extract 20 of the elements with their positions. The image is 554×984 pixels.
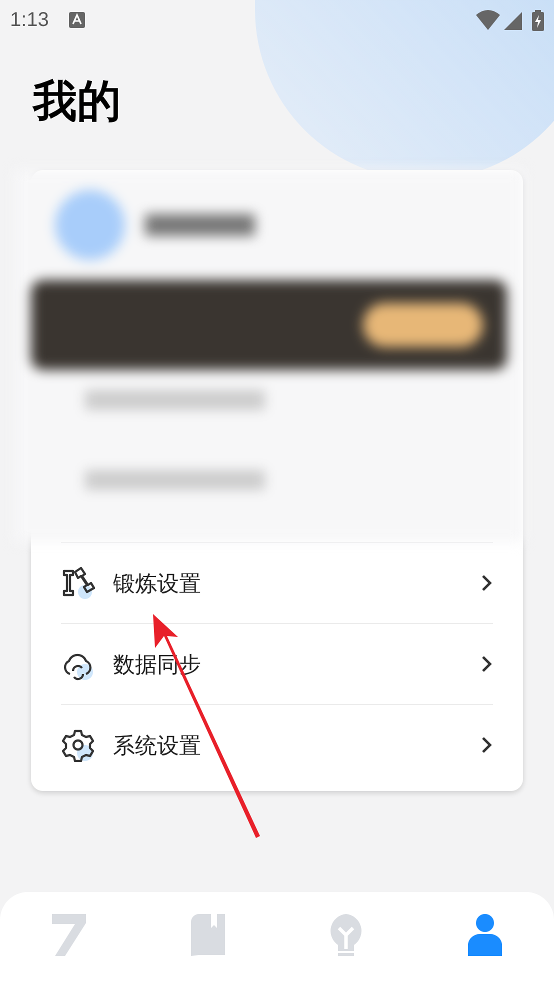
wifi-icon bbox=[476, 10, 500, 30]
nav-tab[interactable] bbox=[468, 914, 502, 956]
dumbbell-icon bbox=[61, 566, 95, 600]
page-title: 我的 bbox=[33, 80, 121, 124]
lightbulb-icon bbox=[329, 914, 364, 956]
keyboard-notification-icon bbox=[68, 12, 85, 28]
person-icon bbox=[468, 914, 502, 956]
bookmark-book-icon bbox=[190, 914, 225, 956]
chevron-right-icon bbox=[481, 655, 493, 673]
nav-tab[interactable] bbox=[329, 914, 364, 956]
chevron-right-icon bbox=[481, 736, 493, 754]
status-time: 1:13 bbox=[10, 8, 49, 33]
nav-tab[interactable] bbox=[190, 914, 225, 956]
chevron-right-icon bbox=[481, 574, 493, 592]
battery-icon bbox=[532, 10, 544, 30]
nav-tab[interactable] bbox=[52, 914, 86, 956]
menu-item[interactable]: 锻炼设置 bbox=[61, 542, 493, 623]
signal-icon bbox=[504, 10, 522, 30]
settings-icon bbox=[61, 728, 95, 762]
seven-logo-icon bbox=[52, 914, 86, 956]
